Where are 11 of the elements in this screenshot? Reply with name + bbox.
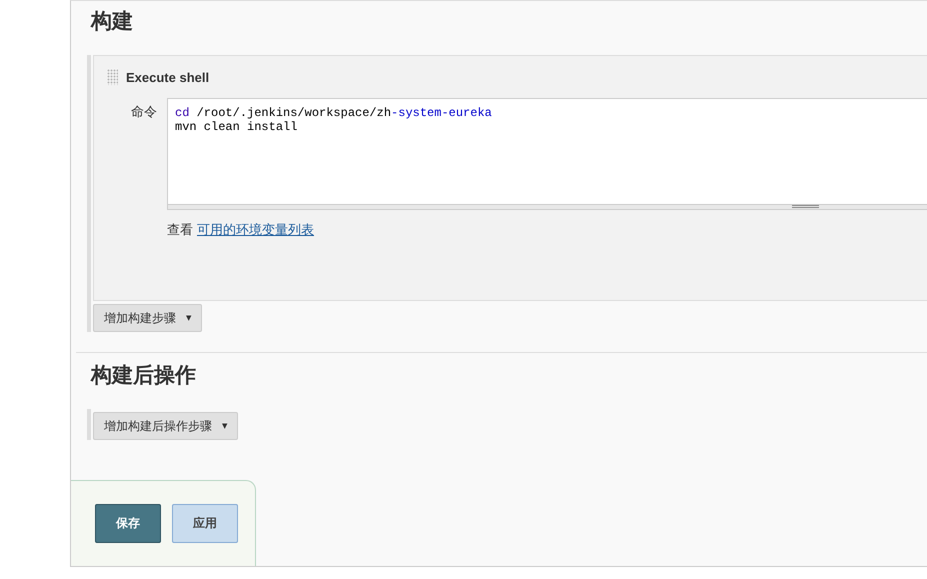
drag-handle-icon[interactable] [107,69,118,85]
save-button[interactable]: 保存 [95,504,161,543]
apply-button[interactable]: 应用 [172,504,238,543]
help-text: 查看 [167,222,193,239]
field-label: 命令 [130,104,158,122]
resize-handle-icon[interactable] [792,205,819,208]
section-heading: 构建 [91,8,134,35]
command-textarea[interactable]: cd /root/.jenkins/workspace/zh-system-eureka mvn clean install [167,98,927,210]
step-title: Execute shell [126,70,210,84]
env-variables-link[interactable]: 可用的环境变量列表 [197,221,314,239]
section-heading: 构建后操作 [91,362,197,389]
